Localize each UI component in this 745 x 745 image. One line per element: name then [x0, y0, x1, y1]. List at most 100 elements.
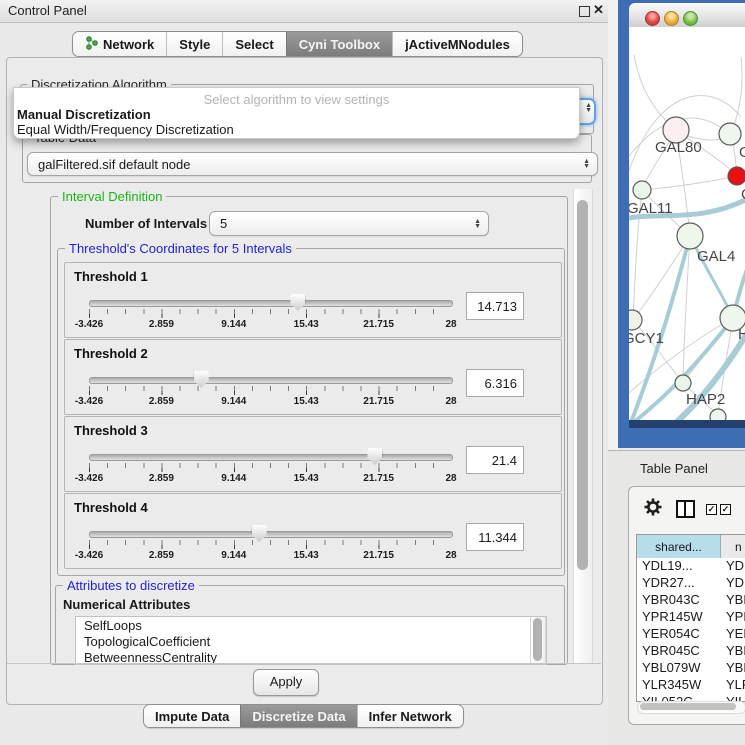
- network-node[interactable]: [629, 310, 642, 330]
- checkbox-checked-icon[interactable]: ✓: [720, 504, 731, 515]
- table-cell[interactable]: YBR045C: [637, 643, 721, 660]
- table-cell[interactable]: YER054C: [637, 626, 721, 643]
- table-cell[interactable]: YLR3: [721, 677, 745, 694]
- network-node[interactable]: [719, 123, 741, 145]
- slider-tick-label: 2.859: [149, 396, 174, 407]
- tab-impute-data[interactable]: Impute Data: [144, 705, 240, 727]
- table-cell[interactable]: YDL19...: [637, 558, 721, 575]
- slider-ticks: [89, 540, 451, 549]
- slider-tick-label: 15.43: [294, 550, 319, 561]
- dropdown-prompt: Select algorithm to view settings: [14, 92, 579, 107]
- table-row[interactable]: YPR145WYPR1: [637, 609, 745, 626]
- threshold-slider: -3.4262.8599.14415.4321.71528: [89, 447, 455, 489]
- tab-jactivemnodules[interactable]: jActiveMNodules: [392, 32, 522, 56]
- gear-icon[interactable]: [643, 497, 663, 522]
- slider-tick-labels: -3.4262.8599.14415.4321.71528: [89, 319, 451, 333]
- network-node[interactable]: [728, 167, 745, 185]
- slider-track[interactable]: [89, 454, 453, 461]
- table-row[interactable]: YBR043CYBR0: [637, 592, 745, 609]
- table-cell[interactable]: YER0: [721, 626, 745, 643]
- table-row[interactable]: YER054CYER0: [637, 626, 745, 643]
- checkbox-checked-icon[interactable]: ✓: [706, 504, 717, 515]
- slider-track[interactable]: [89, 531, 453, 538]
- minimize-traffic-light-icon[interactable]: [664, 11, 679, 26]
- split-columns-icon[interactable]: [676, 500, 695, 518]
- threshold-2-panel: Threshold 2 -3.4262.8599.14415.4321.7152…: [64, 339, 562, 415]
- dropdown-option-manual-discretization[interactable]: Manual Discretization: [16, 107, 577, 122]
- attributes-scrollbar-track[interactable]: [530, 617, 546, 664]
- tab-label: Discretize Data: [252, 709, 345, 724]
- tab-cyni-toolbox[interactable]: Cyni Toolbox: [286, 32, 392, 56]
- table-data-combobox[interactable]: galFiltered.sif default node ▲▼: [27, 152, 598, 176]
- threshold-4-panel: Threshold 4 -3.4262.8599.14415.4321.7152…: [64, 493, 562, 569]
- slider-tick-label: 28: [445, 473, 456, 484]
- table-row[interactable]: YBL079WYBL0: [637, 660, 745, 677]
- table-cell[interactable]: YDR2: [721, 575, 745, 592]
- network-node[interactable]: [633, 181, 651, 199]
- table-cell[interactable]: YBR0: [721, 592, 745, 609]
- slider-track[interactable]: [89, 300, 453, 307]
- close-traffic-light-icon[interactable]: [645, 11, 660, 26]
- table-row[interactable]: YLR345WYLR3: [637, 677, 745, 694]
- network-node-label: GAL4: [697, 248, 735, 265]
- threshold-value-field[interactable]: 11.344: [466, 523, 524, 551]
- table-cell[interactable]: YDL1: [721, 558, 745, 575]
- settings-scrollbar-track[interactable]: [573, 189, 593, 663]
- threshold-value-field[interactable]: 6.316: [466, 369, 524, 397]
- tab-select[interactable]: Select: [222, 32, 285, 56]
- threshold-value-field[interactable]: 14.713: [466, 292, 524, 320]
- table-hscrollbar-track[interactable]: [637, 701, 745, 714]
- table-cell[interactable]: YBR0: [721, 643, 745, 660]
- table-hscrollbar-thumb[interactable]: [640, 703, 736, 710]
- zoom-traffic-light-icon[interactable]: [683, 11, 698, 26]
- network-node[interactable]: [677, 223, 703, 249]
- table-cell[interactable]: YPR145W: [637, 609, 721, 626]
- float-window-icon[interactable]: [579, 6, 590, 17]
- num-intervals-combobox[interactable]: 5 ▲▼: [209, 211, 489, 236]
- table-cell[interactable]: YLR345W: [637, 677, 721, 694]
- tab-label: jActiveMNodules: [405, 37, 510, 52]
- tab-label: Style: [179, 37, 210, 52]
- attributes-group-title: Attributes to discretize: [63, 578, 199, 593]
- threshold-slider: -3.4262.8599.14415.4321.71528: [89, 524, 455, 566]
- bottom-tab-bar: Impute Data Discretize Data Infer Networ…: [143, 704, 464, 728]
- network-node[interactable]: [710, 409, 726, 420]
- threshold-value-field[interactable]: 21.4: [466, 446, 524, 474]
- threshold-label: Threshold 2: [74, 346, 148, 361]
- dropdown-option-equal-width-frequency[interactable]: Equal Width/Frequency Discretization: [16, 122, 577, 137]
- tab-network[interactable]: Network: [73, 32, 166, 56]
- column-header-name[interactable]: n: [721, 535, 745, 558]
- table-cell[interactable]: YPR1: [721, 609, 745, 626]
- network-node-label: G: [739, 144, 745, 161]
- table-row[interactable]: YBR045CYBR0: [637, 643, 745, 660]
- num-intervals-label: Number of Intervals: [85, 216, 207, 231]
- attributes-scrollbar-thumb[interactable]: [533, 618, 542, 661]
- slider-track[interactable]: [89, 377, 453, 384]
- attribute-list-item[interactable]: TopologicalCoefficient: [76, 633, 546, 649]
- tab-style[interactable]: Style: [166, 32, 222, 56]
- close-icon[interactable]: ✕: [593, 2, 604, 18]
- table-row[interactable]: YDR27...YDR2: [637, 575, 745, 592]
- column-header-shared-name[interactable]: shared...: [637, 535, 721, 558]
- network-node[interactable]: [675, 375, 691, 391]
- tab-infer-network[interactable]: Infer Network: [357, 705, 463, 727]
- network-canvas[interactable]: GAL80GCGAL11GAL4GCY1HHAP2: [629, 27, 745, 420]
- tab-label: Cyni Toolbox: [299, 37, 380, 52]
- slider-ticks: [89, 463, 451, 472]
- table-cell[interactable]: YBL0: [721, 660, 745, 677]
- apply-button[interactable]: Apply: [253, 669, 319, 696]
- network-node-label: H: [738, 326, 745, 343]
- interval-definition-title: Interval Definition: [58, 189, 166, 204]
- network-node-label: HAP2: [686, 391, 725, 408]
- tab-label: Network: [103, 37, 154, 52]
- table-cell[interactable]: YBL079W: [637, 660, 721, 677]
- table-header-row: shared... n: [637, 535, 745, 558]
- table-cell[interactable]: YDR27...: [637, 575, 721, 592]
- tab-discretize-data[interactable]: Discretize Data: [240, 705, 356, 727]
- attribute-list-item[interactable]: SelfLoops: [76, 617, 546, 633]
- table-data-value: galFiltered.sif default node: [38, 157, 190, 172]
- network-window-titlebar[interactable]: [629, 3, 745, 28]
- table-cell[interactable]: YBR043C: [637, 592, 721, 609]
- table-row[interactable]: YDL19...YDL1: [637, 558, 745, 575]
- settings-scrollbar-thumb[interactable]: [577, 200, 588, 570]
